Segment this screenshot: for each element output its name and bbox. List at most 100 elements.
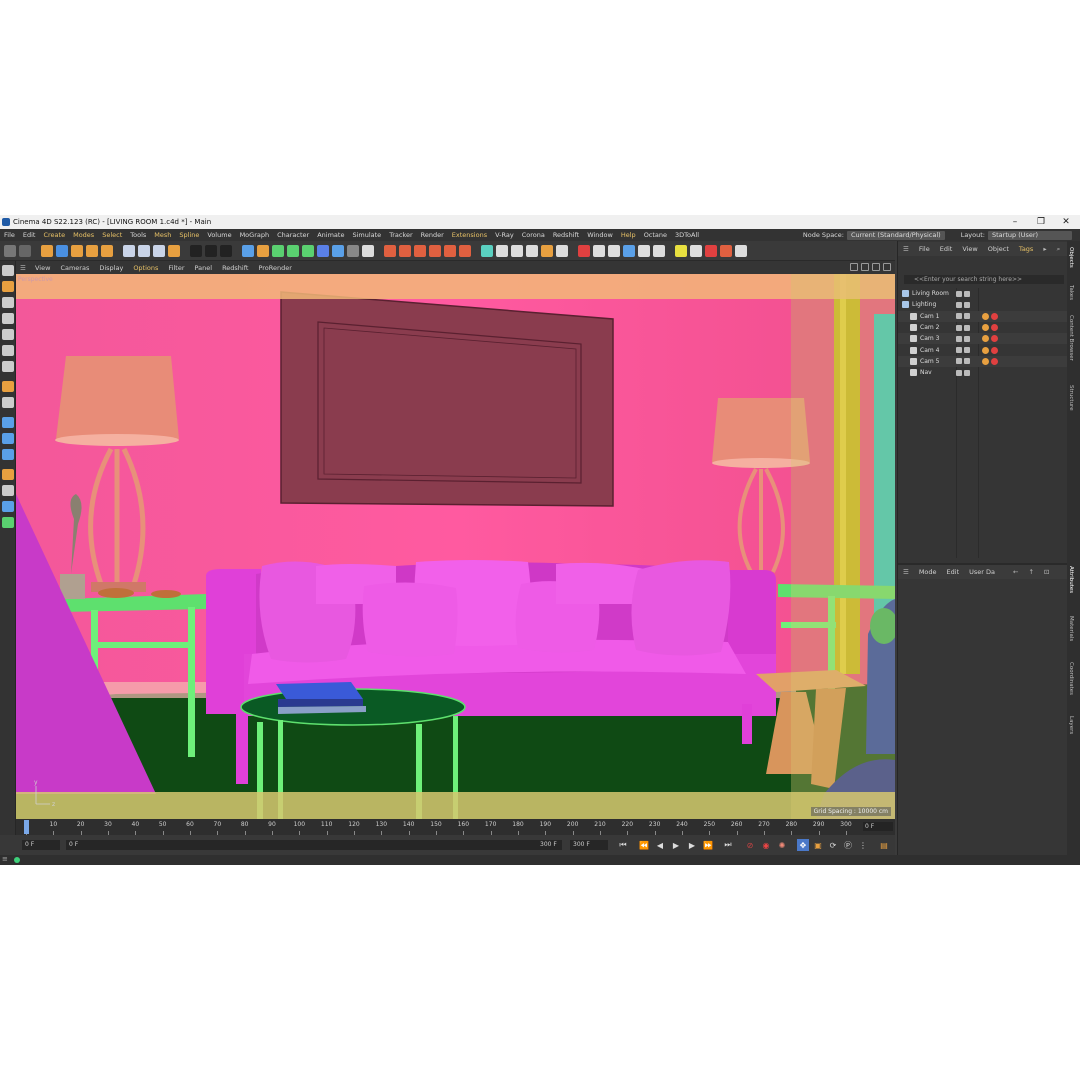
objects-menu-view[interactable]: View bbox=[957, 245, 982, 253]
vray-3-icon[interactable] bbox=[414, 245, 426, 257]
make-editable-icon[interactable] bbox=[2, 265, 14, 276]
corona-3-icon[interactable] bbox=[511, 245, 523, 257]
scale-icon[interactable] bbox=[71, 245, 83, 257]
z-axis-icon[interactable] bbox=[153, 245, 165, 257]
planar-icon[interactable] bbox=[2, 517, 14, 528]
polygon-mode-icon[interactable] bbox=[2, 345, 14, 356]
menu-item-spline[interactable]: Spline bbox=[175, 231, 203, 239]
object-row[interactable]: Living Room bbox=[898, 288, 1068, 299]
corona-6-icon[interactable] bbox=[556, 245, 568, 257]
play-icon[interactable]: ▶ bbox=[670, 839, 682, 851]
side-tab-coordinates[interactable]: Coordinates bbox=[1068, 662, 1074, 695]
camera-tag-icon[interactable] bbox=[991, 335, 998, 343]
key-scale-icon[interactable]: ▣ bbox=[812, 839, 824, 851]
menu-item-mograph[interactable]: MoGraph bbox=[236, 231, 274, 239]
viewport-menu-options[interactable]: Options bbox=[128, 264, 163, 272]
protection-tag-icon[interactable] bbox=[982, 357, 989, 365]
volume-icon[interactable] bbox=[302, 245, 314, 257]
enable-checkbox[interactable] bbox=[956, 369, 962, 376]
floor-icon[interactable] bbox=[332, 245, 344, 257]
point-mode-icon[interactable] bbox=[2, 313, 14, 324]
object-row[interactable]: Cam 5 bbox=[898, 355, 1068, 368]
x-axis-icon[interactable] bbox=[123, 245, 135, 257]
snap-icon[interactable] bbox=[2, 417, 14, 428]
redshift-3-icon[interactable] bbox=[608, 245, 620, 257]
menu-item-character[interactable]: Character bbox=[273, 231, 313, 239]
render-view-icon[interactable] bbox=[190, 245, 202, 257]
menu-item-mesh[interactable]: Mesh bbox=[150, 231, 175, 239]
move-icon[interactable] bbox=[56, 245, 68, 257]
y-axis-icon[interactable] bbox=[138, 245, 150, 257]
layout-dropdown[interactable]: Startup (User) bbox=[988, 230, 1072, 240]
node-space-dropdown[interactable]: Current (Standard/Physical) bbox=[846, 230, 945, 240]
menu-item-extensions[interactable]: Extensions bbox=[448, 231, 491, 239]
cube-icon[interactable] bbox=[242, 245, 254, 257]
redshift-6-icon[interactable] bbox=[653, 245, 665, 257]
menu-item-file[interactable]: File bbox=[0, 231, 19, 239]
tweak-mode-icon[interactable] bbox=[2, 397, 14, 408]
model-mode-icon[interactable] bbox=[2, 281, 14, 292]
key-pla-icon[interactable]: ⋮ bbox=[857, 839, 869, 851]
objects-menu-object[interactable]: Object bbox=[983, 245, 1014, 253]
viewport-menu-view[interactable]: View bbox=[30, 264, 55, 272]
key-param-icon[interactable]: Ⓟ bbox=[842, 839, 854, 851]
menu-item-select[interactable]: Select bbox=[98, 231, 126, 239]
camera-icon[interactable] bbox=[347, 245, 359, 257]
undo-icon[interactable] bbox=[4, 245, 16, 257]
octane-icon[interactable] bbox=[675, 245, 687, 257]
start-frame-field[interactable]: 0 F bbox=[22, 840, 60, 850]
arrow-right-icon[interactable]: ▸ bbox=[1038, 245, 1051, 253]
keyframe-selection-icon[interactable]: ✺ bbox=[776, 839, 788, 851]
subdivision-icon[interactable] bbox=[272, 245, 284, 257]
protection-tag-icon[interactable] bbox=[982, 335, 989, 343]
prev-key-icon[interactable]: ⏪ bbox=[638, 839, 650, 851]
octane-5-icon[interactable] bbox=[735, 245, 747, 257]
redshift-4-icon[interactable] bbox=[623, 245, 635, 257]
visibility-toggle[interactable] bbox=[964, 369, 970, 376]
next-key-icon[interactable]: ⏩ bbox=[702, 839, 714, 851]
deformer-icon[interactable] bbox=[317, 245, 329, 257]
axis-mode-icon[interactable] bbox=[2, 381, 14, 392]
coordinate-system-icon[interactable] bbox=[168, 245, 180, 257]
solo-icon[interactable] bbox=[2, 469, 14, 480]
up-arrow-icon[interactable]: ↑ bbox=[1023, 568, 1038, 576]
key-rotation-icon[interactable]: ⟳ bbox=[827, 839, 839, 851]
redshift-2-icon[interactable] bbox=[593, 245, 605, 257]
workplane-icon[interactable] bbox=[2, 433, 14, 444]
menu-item-modes[interactable]: Modes bbox=[69, 231, 98, 239]
viewport-menu-panel[interactable]: Panel bbox=[190, 264, 218, 272]
visibility-toggle[interactable] bbox=[964, 301, 970, 308]
enable-checkbox[interactable] bbox=[956, 347, 962, 354]
camera-tag-icon[interactable] bbox=[991, 346, 998, 354]
vray-icon[interactable] bbox=[384, 245, 396, 257]
menu-item-create[interactable]: Create bbox=[39, 231, 69, 239]
menu-item-window[interactable]: Window bbox=[583, 231, 617, 239]
viewport-menu-cameras[interactable]: Cameras bbox=[55, 264, 94, 272]
menu-item-animate[interactable]: Animate bbox=[313, 231, 348, 239]
search-icon[interactable]: ⌕ bbox=[1052, 245, 1066, 254]
objects-menu-file[interactable]: File bbox=[914, 245, 935, 253]
axis-lock-icon[interactable] bbox=[2, 501, 14, 512]
locked-workplane-icon[interactable] bbox=[2, 449, 14, 460]
side-tab-objects[interactable]: Objects bbox=[1068, 247, 1074, 268]
vray-2-icon[interactable] bbox=[399, 245, 411, 257]
vray-6-icon[interactable] bbox=[459, 245, 471, 257]
menu-item-simulate[interactable]: Simulate bbox=[348, 231, 385, 239]
edge-mode-icon[interactable] bbox=[2, 329, 14, 340]
rotate-view-icon[interactable] bbox=[872, 263, 880, 271]
object-row[interactable]: Cam 4 bbox=[898, 344, 1068, 355]
rotate-icon[interactable] bbox=[86, 245, 98, 257]
enable-checkbox[interactable] bbox=[956, 324, 962, 331]
render-picture-viewer-icon[interactable] bbox=[205, 245, 217, 257]
move-view-icon[interactable] bbox=[850, 263, 858, 271]
transform-icon[interactable] bbox=[101, 245, 113, 257]
playhead[interactable] bbox=[24, 820, 29, 834]
menu-item-redshift[interactable]: Redshift bbox=[549, 231, 583, 239]
prev-frame-icon[interactable]: ◀ bbox=[654, 839, 666, 851]
back-arrow-icon[interactable]: ← bbox=[1008, 568, 1023, 576]
next-frame-icon[interactable]: ▶ bbox=[686, 839, 698, 851]
camera-tag-icon[interactable] bbox=[991, 312, 998, 320]
timeline-ruler[interactable]: 0102030405060708090100110120130140150160… bbox=[16, 819, 895, 835]
texture-mode-icon[interactable] bbox=[2, 297, 14, 308]
object-row[interactable]: Cam 1 bbox=[898, 310, 1068, 322]
